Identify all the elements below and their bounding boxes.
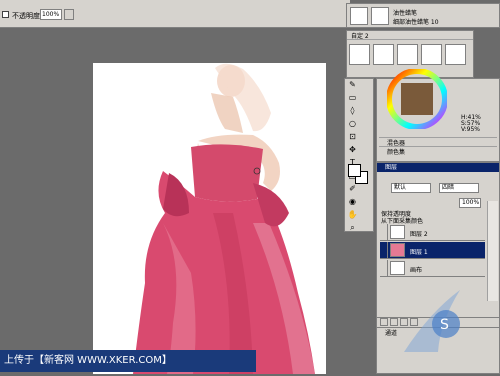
layer-name: 图层 1	[410, 249, 428, 256]
layer-row[interactable]: 图层 2	[380, 224, 485, 241]
opacity-dropdown-button[interactable]	[64, 9, 74, 20]
brush-tool-icon[interactable]: ✎	[346, 79, 359, 91]
site-watermark-logo: S	[404, 290, 460, 352]
composite-method-select[interactable]: 四暗	[439, 183, 479, 193]
brush-variant-label: 细部油性蜡笔 10	[393, 19, 439, 26]
brush-selector-panel: 油性蜡笔 细部油性蜡笔 10	[346, 3, 500, 28]
layer-row-active[interactable]: 图层 1	[380, 242, 485, 259]
painting-canvas[interactable]	[93, 63, 326, 374]
svg-text:S: S	[440, 317, 449, 333]
visibility-eye-icon[interactable]	[380, 260, 388, 277]
dropper-tool-icon[interactable]: ◊	[346, 105, 359, 117]
custom-brush-1-icon[interactable]	[349, 44, 370, 65]
color-wheel[interactable]	[387, 69, 447, 129]
upload-caption: 上传于【新客网 WWW.XKER.COM】	[0, 350, 256, 372]
hand-tool-icon[interactable]: ✋	[346, 209, 359, 221]
opacity-field[interactable]: 100%	[40, 9, 62, 20]
lasso-tool-icon[interactable]: ○	[346, 118, 359, 130]
crop-tool-icon[interactable]: ⊡	[346, 131, 359, 143]
mixer-panel-tab[interactable]: 混色器	[379, 137, 497, 147]
blend-mode-select[interactable]: 默认	[391, 183, 431, 193]
pen-tool-icon[interactable]: ✐	[346, 183, 359, 195]
layers-panel-title: 图层	[377, 163, 499, 172]
brush-category-icon[interactable]	[350, 7, 368, 25]
layer-thumbnail	[390, 243, 405, 257]
visibility-eye-icon[interactable]	[380, 242, 388, 259]
color-panel: H:41% S:57% V:95% 混色器 颜色集	[376, 69, 500, 162]
fill-tool-icon[interactable]: ◉	[346, 196, 359, 208]
color-set-panel-tab[interactable]: 颜色集	[379, 146, 497, 156]
zoom-tool-icon[interactable]: ⌕	[346, 222, 359, 234]
brush-category-label: 油性蜡笔	[393, 10, 418, 17]
layer-name: 画布	[410, 267, 423, 274]
color-swatches[interactable]	[348, 164, 370, 184]
visibility-eye-icon[interactable]	[380, 224, 388, 241]
custom-brush-4-icon[interactable]	[421, 44, 442, 65]
layer-thumbnail	[390, 225, 405, 239]
layer-thumbnail	[390, 261, 405, 275]
mask-icon[interactable]	[390, 318, 398, 326]
custom-brush-5-icon[interactable]	[445, 44, 466, 65]
option-checkbox[interactable]	[2, 11, 9, 18]
new-layer-icon[interactable]	[380, 318, 388, 326]
custom-palette-title: 自定 2	[347, 31, 473, 40]
toolbox: ✎ ▭ ◊ ○ ⊡ ✥ T □ ✐ ◉ ✋ ⌕	[344, 78, 374, 232]
opacity-label: 不透明度	[12, 12, 40, 20]
brush-variant-icon[interactable]	[371, 7, 389, 25]
layer-row[interactable]: 画布	[380, 260, 485, 277]
foreground-color-swatch[interactable]	[348, 164, 361, 177]
tool-options-bar: 不透明度 100%	[0, 0, 350, 28]
layer-opacity-field[interactable]: 100%	[459, 198, 481, 208]
custom-brush-3-icon[interactable]	[397, 44, 418, 65]
value-value: V:95%	[461, 126, 480, 133]
move-tool-icon[interactable]: ✥	[346, 144, 359, 156]
custom-brush-2-icon[interactable]	[373, 44, 394, 65]
select-tool-icon[interactable]: ▭	[346, 92, 359, 104]
dress-painting	[133, 63, 315, 374]
layer-name: 图层 2	[410, 231, 428, 238]
